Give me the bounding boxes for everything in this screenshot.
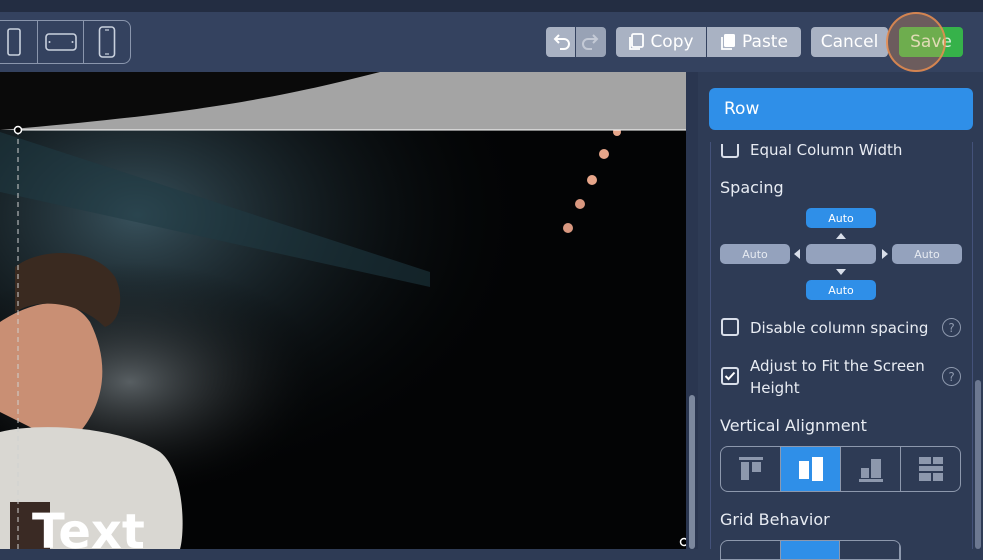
vertical-alignment-title: Vertical Alignment: [720, 416, 867, 435]
panel-title: Row: [724, 99, 760, 119]
disable-column-spacing-checkbox[interactable]: [721, 318, 739, 336]
page-canvas[interactable]: Text: [0, 72, 686, 549]
grid-behavior-option-2[interactable]: [780, 541, 841, 559]
equal-column-width-checkbox[interactable]: [721, 144, 739, 158]
desktop-preview-button[interactable]: [0, 21, 38, 63]
align-top-button[interactable]: [721, 447, 781, 491]
adjust-fit-screen-help-icon[interactable]: ?: [942, 367, 961, 386]
copy-label: Copy: [650, 32, 694, 52]
adjust-fit-screen-label-line1: Adjust to Fit the Screen: [750, 357, 925, 375]
cancel-label: Cancel: [820, 32, 879, 52]
grid-behavior-title: Grid Behavior: [720, 510, 830, 529]
spacing-left-arrow-icon: [794, 249, 800, 259]
spacing-center-box: [806, 244, 876, 264]
help-glyph: ?: [948, 369, 955, 384]
disable-column-spacing-label: Disable column spacing: [750, 319, 929, 337]
canvas-heading-text[interactable]: Text: [32, 508, 145, 549]
copy-button[interactable]: Copy: [616, 27, 706, 57]
save-button[interactable]: Save: [899, 27, 963, 57]
undo-icon: [553, 34, 570, 50]
help-glyph: ?: [948, 320, 955, 335]
equal-column-width-label: Equal Column Width: [750, 144, 903, 159]
row-selection-outline: [13, 125, 686, 549]
align-middle-button[interactable]: [781, 447, 841, 491]
align-bottom-icon: [858, 459, 883, 482]
align-bottom-button[interactable]: [841, 447, 901, 491]
tablet-landscape-icon: [44, 33, 77, 51]
adjust-fit-screen-label-line2: Height: [750, 379, 800, 397]
align-stretch-button[interactable]: [901, 447, 960, 491]
panel-header[interactable]: Row: [709, 88, 973, 130]
align-middle-icon: [798, 457, 823, 481]
disable-column-spacing-help-icon[interactable]: ?: [942, 318, 961, 337]
align-top-icon: [738, 457, 763, 480]
vertical-alignment-group: [720, 446, 961, 492]
mobile-preview-button[interactable]: [84, 21, 130, 63]
spacing-up-arrow-icon: [836, 233, 846, 239]
tablet-preview-button[interactable]: [38, 21, 85, 63]
redo-button[interactable]: [576, 27, 606, 57]
spacing-left-input[interactable]: Auto: [720, 244, 790, 264]
undo-button[interactable]: [546, 27, 575, 57]
paste-label: Paste: [742, 32, 788, 52]
adjust-fit-screen-checkbox[interactable]: [721, 367, 739, 385]
paste-icon: [721, 34, 736, 50]
spacing-bottom-input[interactable]: Auto: [806, 280, 876, 300]
panel-scrollbar-thumb[interactable]: [975, 380, 981, 549]
copy-icon: [629, 33, 645, 50]
spacing-right-arrow-icon: [882, 249, 888, 259]
grid-behavior-group: [720, 540, 901, 560]
canvas-scrollbar-thumb[interactable]: [689, 395, 695, 549]
redo-icon: [582, 34, 599, 50]
spacing-down-arrow-icon: [836, 269, 846, 275]
grid-behavior-option-1[interactable]: [721, 541, 781, 559]
device-preview-switcher: [0, 20, 131, 64]
cancel-button[interactable]: Cancel: [811, 27, 888, 57]
align-stretch-icon: [918, 457, 943, 481]
mobile-icon: [98, 26, 116, 58]
spacing-title: Spacing: [720, 178, 784, 197]
spacing-right-input[interactable]: Auto: [892, 244, 962, 264]
grid-behavior-option-3[interactable]: [840, 541, 900, 559]
editor-toolbar: Copy Paste Cancel Save: [0, 12, 983, 72]
equal-column-width-option[interactable]: Equal Column Width: [720, 144, 960, 160]
desktop-icon: [7, 28, 21, 56]
save-label: Save: [910, 32, 952, 52]
checkmark-icon: [724, 371, 736, 381]
paste-button[interactable]: Paste: [707, 27, 801, 57]
spacing-top-input[interactable]: Auto: [806, 208, 876, 228]
window-top-strip: [0, 0, 983, 12]
